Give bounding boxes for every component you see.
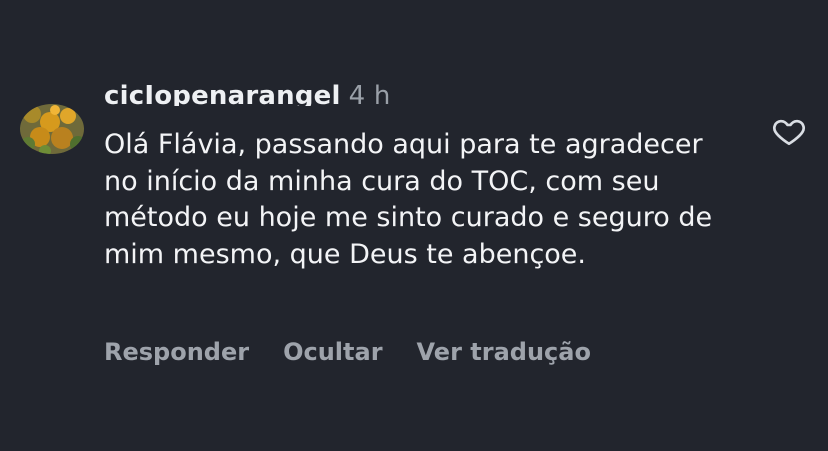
comment-text: Olá Flávia, passando aqui para te agrade… bbox=[104, 129, 713, 270]
like-button[interactable] bbox=[772, 114, 806, 148]
username-text[interactable]: cicIopenarangel bbox=[104, 84, 341, 106]
reply-button[interactable]: Responder bbox=[104, 338, 249, 366]
username-row: cicIopenarangel 4 h bbox=[104, 84, 424, 106]
comment-screen: cicIopenarangel 4 h Olá Flávia, passando … bbox=[0, 0, 828, 451]
timestamp: 4 h bbox=[348, 84, 391, 106]
avatar-image bbox=[20, 104, 84, 154]
username[interactable]: cicIopenarangel 4 h bbox=[104, 84, 391, 106]
avatar[interactable] bbox=[20, 104, 84, 154]
comment-item: cicIopenarangel 4 h Olá Flávia, passando … bbox=[0, 0, 828, 451]
comment-actions: Responder Ocultar Ver tradução bbox=[104, 338, 591, 366]
hide-button[interactable]: Ocultar bbox=[283, 338, 382, 366]
heart-icon bbox=[773, 119, 805, 146]
translate-button[interactable]: Ver tradução bbox=[417, 338, 591, 366]
